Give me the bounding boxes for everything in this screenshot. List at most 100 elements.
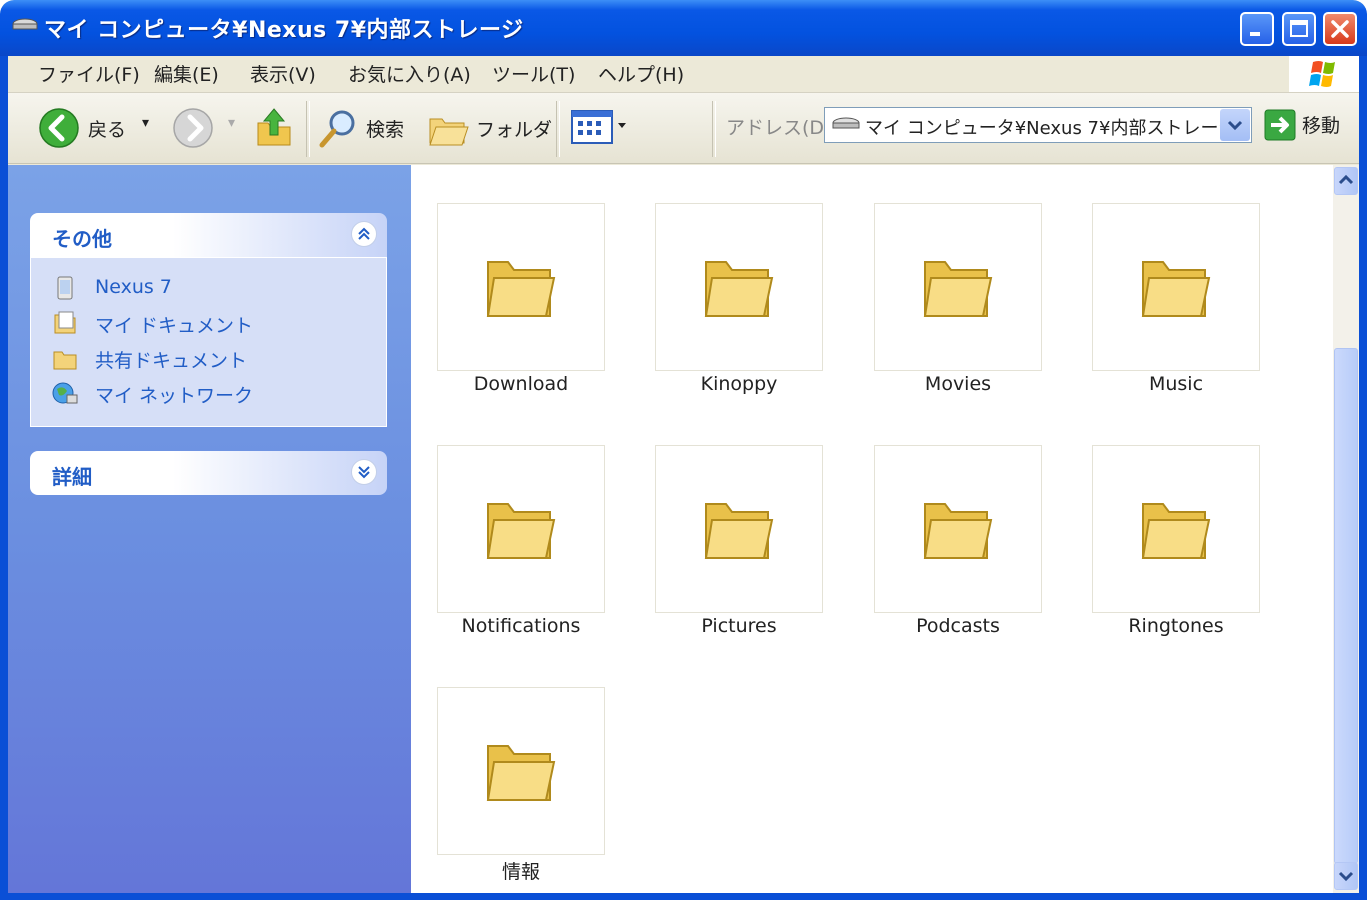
window-frame — [0, 893, 1367, 900]
folder-name: Podcasts — [916, 615, 1000, 637]
folder-name: Kinoppy — [700, 373, 778, 395]
explorer-window: マイ コンピュータ¥Nexus 7¥内部ストレージ ファイル(F) 編集(E) … — [0, 0, 1367, 900]
folder-thumbnail — [874, 445, 1042, 613]
shared-documents-icon — [53, 351, 77, 370]
scroll-up-button[interactable] — [1334, 167, 1358, 195]
folder-name: Download — [473, 373, 569, 395]
folder-icon — [486, 503, 556, 559]
other-places-header[interactable]: その他 — [30, 213, 387, 257]
folder-item[interactable]: Movies — [848, 203, 1068, 425]
task-pane: その他 Nexus 7 マイ ドキュメント 共有ドキュメント マイ ネットワーク… — [8, 165, 411, 893]
title-bar[interactable]: マイ コンピュータ¥Nexus 7¥内部ストレージ — [0, 0, 1367, 56]
search-icon — [319, 110, 355, 148]
network-icon — [52, 382, 78, 404]
menu-file[interactable]: ファイル(F) — [38, 60, 140, 87]
close-button[interactable] — [1323, 12, 1357, 46]
folder-name: Notifications — [461, 615, 581, 637]
maximize-button[interactable] — [1282, 12, 1316, 46]
back-dropdown-icon[interactable]: ▾ — [142, 115, 149, 131]
details-header[interactable]: 詳細 — [30, 451, 387, 495]
link-label: 共有ドキュメント — [95, 350, 248, 372]
link-label: Nexus 7 — [95, 276, 172, 298]
up-folder-icon — [257, 108, 291, 146]
vertical-scrollbar[interactable] — [1333, 165, 1359, 893]
back-label: 戻る — [88, 119, 127, 141]
toolbar-separator — [712, 101, 716, 157]
address-bar[interactable]: マイ コンピュータ¥Nexus 7¥内部ストレージ — [824, 107, 1252, 143]
folders-icon — [429, 118, 469, 146]
expand-icon[interactable] — [351, 459, 377, 485]
chevron-up-icon — [1338, 174, 1354, 185]
menu-edit[interactable]: 編集(E) — [154, 60, 219, 87]
chevron-down-icon — [1227, 120, 1243, 131]
window-frame — [1359, 56, 1367, 900]
folder-thumbnail — [655, 445, 823, 613]
folder-name: 情報 — [501, 861, 540, 883]
folder-item[interactable]: Ringtones — [1066, 445, 1286, 667]
window-frame — [0, 56, 8, 900]
other-places-body: Nexus 7 マイ ドキュメント 共有ドキュメント マイ ネットワーク — [30, 257, 387, 427]
folder-icon — [704, 503, 774, 559]
menu-tools[interactable]: ツール(T) — [492, 60, 575, 87]
folder-thumbnail — [1092, 203, 1260, 371]
my-documents-icon — [54, 311, 76, 334]
folder-thumbnail — [437, 687, 605, 855]
address-input[interactable]: マイ コンピュータ¥Nexus 7¥内部ストレージ — [865, 114, 1236, 140]
forward-arrow-icon — [173, 108, 213, 148]
folder-item[interactable]: Pictures — [629, 445, 849, 667]
folder-name: Ringtones — [1128, 615, 1224, 637]
views-button[interactable] — [570, 109, 630, 150]
folder-icon — [923, 503, 993, 559]
details-title: 詳細 — [52, 465, 92, 489]
window-title: マイ コンピュータ¥Nexus 7¥内部ストレージ — [44, 18, 524, 43]
menu-help[interactable]: ヘルプ(H) — [598, 60, 684, 87]
views-icon — [571, 110, 626, 144]
folder-thumbnail — [655, 203, 823, 371]
folder-name: Pictures — [701, 615, 777, 637]
folders-label: フォルダ — [476, 119, 553, 141]
drive-icon — [832, 117, 860, 129]
folder-item[interactable]: 情報 — [411, 687, 631, 900]
folder-name: Movies — [924, 373, 992, 395]
scroll-thumb[interactable] — [1334, 348, 1358, 864]
folder-view[interactable]: Download Kinoppy Movies Music Notificati… — [411, 165, 1333, 893]
menu-favorites[interactable]: お気に入り(A) — [348, 60, 471, 87]
forward-dropdown-icon[interactable]: ▾ — [228, 115, 235, 131]
folder-item[interactable]: Podcasts — [848, 445, 1068, 667]
toolbar: 戻る ▾ ▾ 検索 フォルダ アドレス(D) マイ コンピュータ¥Nexus 7… — [8, 93, 1359, 164]
folder-name: Music — [1148, 373, 1204, 395]
folder-icon — [704, 261, 774, 317]
menu-view[interactable]: 表示(V) — [250, 60, 316, 87]
drive-icon — [12, 18, 38, 30]
address-dropdown-button[interactable] — [1220, 109, 1250, 141]
minimize-button[interactable] — [1240, 12, 1274, 46]
folder-icon — [923, 261, 993, 317]
folder-thumbnail — [437, 203, 605, 371]
search-label: 検索 — [366, 119, 405, 141]
chevron-down-icon — [1338, 871, 1354, 882]
folder-icon — [1141, 261, 1211, 317]
folder-item[interactable]: Download — [411, 203, 631, 425]
folder-item[interactable]: Kinoppy — [629, 203, 849, 425]
folder-thumbnail — [437, 445, 605, 613]
link-label: マイ ドキュメント — [95, 315, 254, 337]
folder-icon — [486, 745, 556, 801]
scroll-down-button[interactable] — [1334, 862, 1358, 890]
folder-thumbnail — [1092, 445, 1260, 613]
toolbar-separator — [556, 101, 560, 157]
folder-item[interactable]: Music — [1066, 203, 1286, 425]
menu-bar: ファイル(F) 編集(E) 表示(V) お気に入り(A) ツール(T) ヘルプ(… — [8, 56, 1359, 93]
address-label: アドレス(D) — [726, 117, 832, 139]
folder-icon — [486, 261, 556, 317]
folder-item[interactable]: Notifications — [411, 445, 631, 667]
windows-logo — [1289, 56, 1359, 92]
toolbar-separator — [306, 101, 310, 157]
other-places-title: その他 — [52, 227, 112, 251]
collapse-icon[interactable] — [351, 221, 377, 247]
folder-icon — [1141, 503, 1211, 559]
go-label: 移動 — [1302, 115, 1341, 137]
folder-thumbnail — [874, 203, 1042, 371]
go-arrow-icon — [1264, 109, 1296, 141]
up-folder-button[interactable] — [254, 105, 294, 154]
back-arrow-icon — [39, 108, 79, 148]
